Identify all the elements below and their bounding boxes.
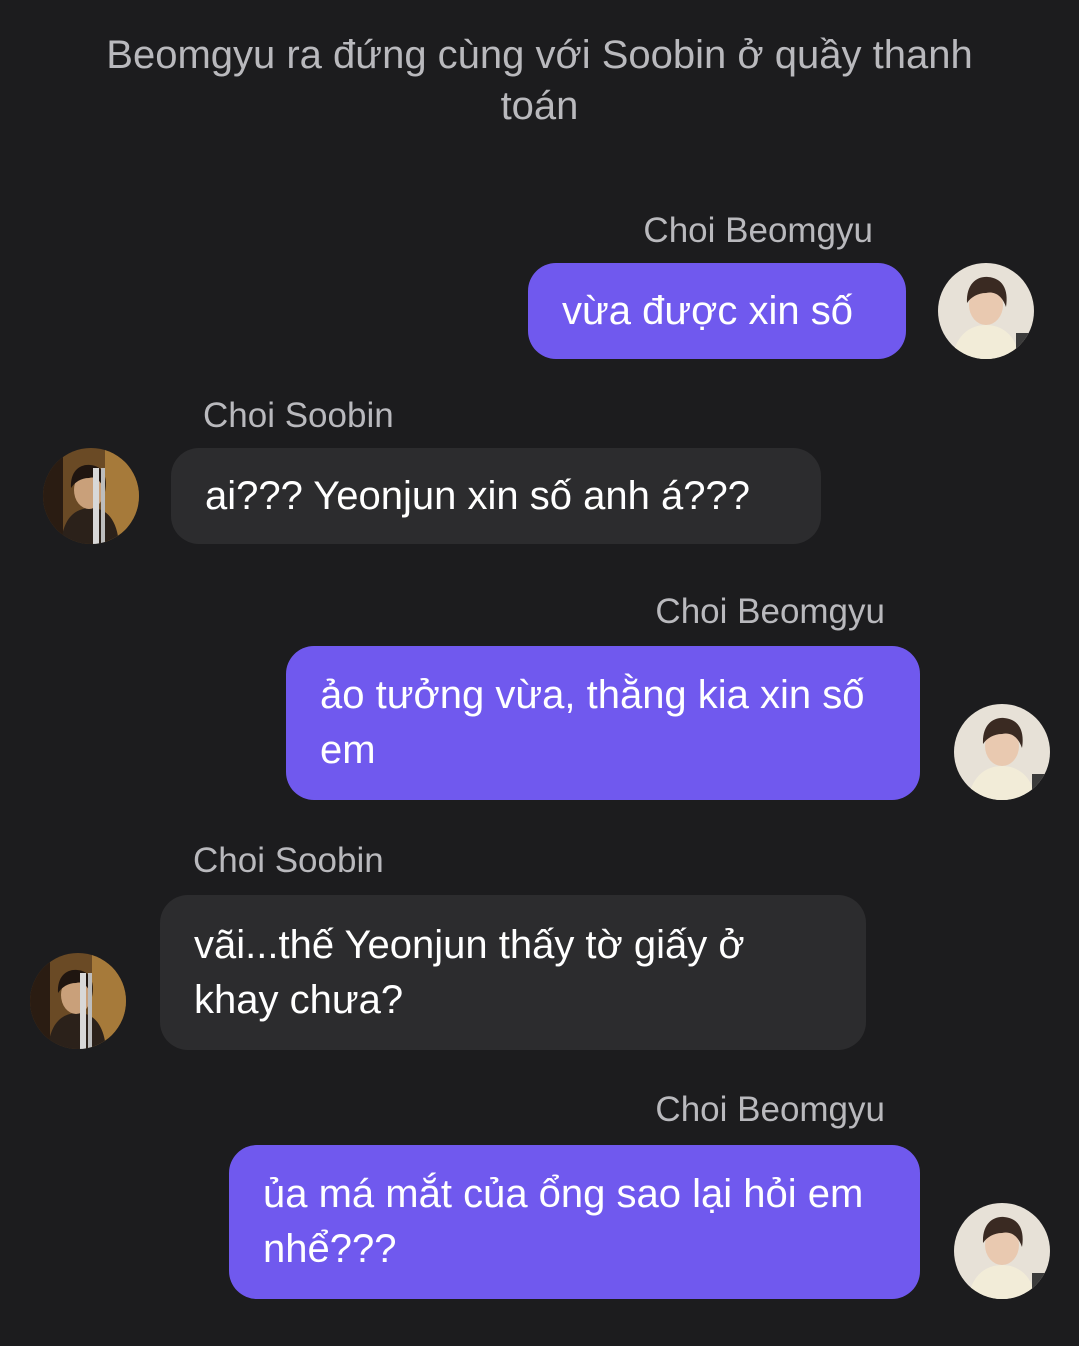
message-bubble-incoming[interactable]: vãi...thế Yeonjun thấy tờ giấy ở khay ch… bbox=[160, 895, 866, 1050]
sender-name: Choi Soobin bbox=[193, 841, 384, 880]
narration-text: Beomgyu ra đứng cùng với Soobin ở quầy t… bbox=[106, 33, 973, 128]
beomgyu-avatar[interactable] bbox=[954, 704, 1050, 800]
message-bubble-outgoing[interactable]: ảo tưởng vừa, thằng kia xin số em bbox=[286, 646, 920, 800]
message-bubble-incoming[interactable]: ai??? Yeonjun xin số anh á??? bbox=[171, 448, 821, 544]
beomgyu-avatar-image bbox=[954, 1203, 1050, 1299]
soobin-avatar[interactable] bbox=[43, 448, 139, 544]
beomgyu-avatar[interactable] bbox=[954, 1203, 1050, 1299]
soobin-avatar-image bbox=[43, 448, 139, 544]
message-bubble-outgoing[interactable]: ủa má mắt của ổng sao lại hỏi em nhể??? bbox=[229, 1145, 920, 1299]
beomgyu-avatar-image bbox=[938, 263, 1034, 359]
soobin-avatar-image bbox=[30, 953, 126, 1049]
sender-name: Choi Soobin bbox=[203, 396, 394, 435]
soobin-avatar[interactable] bbox=[30, 953, 126, 1049]
beomgyu-avatar-image bbox=[954, 704, 1050, 800]
sender-name: Choi Beomgyu bbox=[655, 592, 885, 631]
sender-name: Choi Beomgyu bbox=[643, 211, 873, 250]
beomgyu-avatar[interactable] bbox=[938, 263, 1034, 359]
message-bubble-outgoing[interactable]: vừa được xin số bbox=[528, 263, 906, 359]
sender-name: Choi Beomgyu bbox=[655, 1090, 885, 1129]
